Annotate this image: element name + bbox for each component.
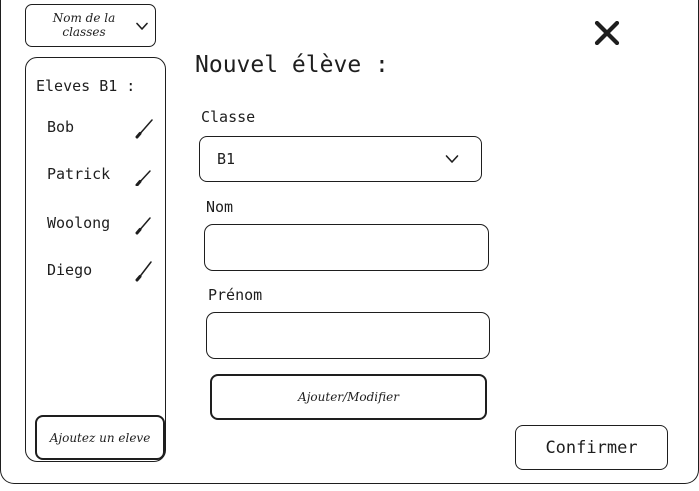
student-name: Bob	[47, 118, 75, 136]
prenom-input[interactable]	[206, 312, 490, 359]
pencil-icon[interactable]	[133, 211, 157, 235]
student-item-patrick[interactable]: Patrick	[47, 165, 165, 189]
nom-input[interactable]	[204, 224, 489, 271]
sidebar-title: Eleves B1 :	[36, 77, 136, 95]
chevron-down-icon	[445, 155, 459, 163]
add-modify-button[interactable]: Ajouter/Modifier	[210, 374, 487, 420]
pencil-icon[interactable]	[133, 258, 157, 282]
chevron-down-icon	[136, 22, 148, 30]
add-student-button[interactable]: Ajoutez un eleve	[35, 415, 165, 460]
student-name: Diego	[47, 261, 93, 279]
student-sidebar: Eleves B1 : Bob Patrick Woolong Diego Aj…	[25, 57, 166, 462]
class-select-label: Nom de la classes	[52, 11, 116, 39]
class-field-select[interactable]: B1	[199, 136, 482, 182]
class-field-value: B1	[217, 150, 236, 168]
close-icon[interactable]	[594, 21, 620, 45]
student-name: Patrick	[47, 165, 111, 183]
class-select-dropdown[interactable]: Nom de la classes	[25, 4, 156, 47]
student-name: Woolong	[47, 214, 111, 232]
class-field-label: Classe	[201, 108, 256, 126]
pencil-icon[interactable]	[133, 162, 157, 186]
student-item-bob[interactable]: Bob	[47, 118, 165, 142]
nom-field-label: Nom	[206, 198, 234, 216]
page-title: Nouvel élève :	[195, 52, 389, 78]
confirm-button[interactable]: Confirmer	[515, 425, 668, 470]
prenom-field-label: Prénom	[208, 286, 263, 304]
pencil-icon[interactable]	[133, 115, 157, 139]
student-item-diego[interactable]: Diego	[47, 261, 165, 285]
student-item-woolong[interactable]: Woolong	[47, 214, 165, 238]
